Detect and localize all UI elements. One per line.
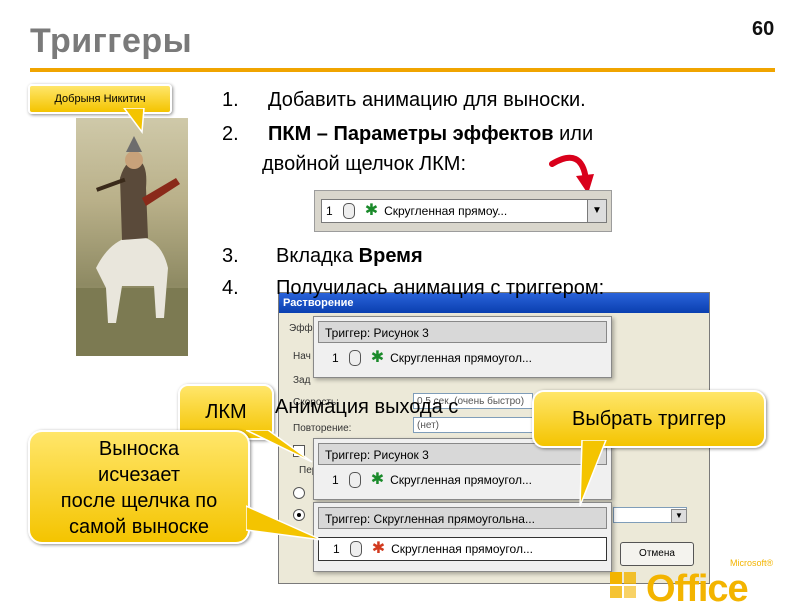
page-number: 60 bbox=[752, 18, 775, 40]
step-number: 1. bbox=[222, 89, 239, 111]
step-bold: ПКМ – Параметры эффектов bbox=[268, 123, 554, 145]
partial-caption: Анимация выхода с bbox=[275, 396, 459, 418]
entrance-star-icon: ✱ bbox=[364, 202, 379, 219]
animation-label: Скругленная прямоу... bbox=[384, 204, 508, 218]
entrance-star-icon: ✱ bbox=[370, 471, 385, 488]
repeat-select[interactable]: (нет) bbox=[413, 417, 533, 433]
trigger-select-arrow[interactable]: ▼ bbox=[671, 509, 687, 523]
step-text: ПКМ – Параметры эффектов или bbox=[268, 122, 593, 146]
trigger-animation-row[interactable]: 1 ✱ Скругленная прямоугол... bbox=[318, 537, 607, 561]
dialog-label-start: Нач bbox=[293, 351, 311, 362]
callout-line: исчезает bbox=[98, 464, 180, 486]
callout-lkm-pointer bbox=[246, 430, 313, 463]
callout-line: самой выноске bbox=[69, 516, 209, 538]
callout-line: после щелчка по bbox=[60, 490, 218, 512]
trigger-panel: Триггер: Рисунок 3 1 ✱ Скругленная прямо… bbox=[313, 316, 612, 378]
step-number: 4. bbox=[222, 277, 239, 299]
animation-label: Скругленная прямоугол... bbox=[391, 542, 533, 556]
effect-list-widget: 1 ✱ Скругленная прямоу... ▼ bbox=[314, 190, 612, 232]
knight-illustration bbox=[76, 136, 188, 356]
mouse-click-icon bbox=[348, 350, 361, 366]
animation-order: 1 bbox=[333, 542, 340, 556]
animation-label: Скругленная прямоугол... bbox=[390, 351, 532, 365]
step-number: 2. bbox=[222, 123, 239, 145]
step-plain: Вкладка bbox=[276, 245, 359, 267]
exit-star-icon: ✱ bbox=[371, 540, 386, 557]
dialog-label-delay: Зад bbox=[293, 375, 311, 386]
callout-pointer bbox=[123, 108, 145, 134]
step-2-line2: двойной щелчок ЛКМ: bbox=[262, 153, 467, 175]
step-bold: Время bbox=[358, 245, 423, 267]
trigger-header[interactable]: Триггер: Скругленная прямоугольна... bbox=[318, 507, 607, 529]
animation-order: 1 bbox=[332, 351, 339, 365]
animation-row[interactable]: 1 ✱ Скругленная прямоу... bbox=[321, 199, 589, 223]
step-text: Вкладка Время bbox=[276, 244, 423, 268]
cancel-button[interactable]: Отмена bbox=[620, 542, 694, 566]
step-text: Получилась анимация с триггером: bbox=[276, 277, 605, 299]
microsoft-mark: Microsoft® bbox=[730, 558, 774, 568]
step-text: Добавить анимацию для выноски. bbox=[268, 89, 586, 111]
trigger-panel: Триггер: Скругленная прямоугольна... 1 ✱… bbox=[313, 502, 612, 572]
animation-label: Скругленная прямоугол... bbox=[390, 473, 532, 487]
trigger-header[interactable]: Триггер: Рисунок 3 bbox=[318, 321, 607, 343]
mouse-click-icon bbox=[342, 203, 355, 219]
dropdown-arrow-button[interactable]: ▼ bbox=[587, 199, 607, 223]
callout-disappears-pointer bbox=[246, 505, 323, 541]
title-divider bbox=[30, 68, 775, 72]
office-logo-icon bbox=[610, 572, 636, 598]
callout-disappears[interactable]: Выноска исчезает после щелчка по самой в… bbox=[28, 430, 250, 544]
animation-order: 1 bbox=[332, 473, 339, 487]
step-rest: или bbox=[553, 123, 594, 145]
knight-picture[interactable] bbox=[76, 118, 188, 356]
trigger-animation-row[interactable]: 1 ✱ Скругленная прямоугол... bbox=[318, 469, 607, 491]
office-logo-text: Office bbox=[646, 568, 749, 610]
dialog-tab-effect[interactable]: Эфф bbox=[289, 323, 313, 334]
entrance-star-icon: ✱ bbox=[370, 349, 385, 366]
callout-choose-trigger[interactable]: Выбрать триггер bbox=[532, 390, 766, 448]
callout-choose-pointer bbox=[579, 440, 607, 507]
radio-animate-sequence[interactable] bbox=[293, 487, 305, 499]
callout-line: Выноска bbox=[98, 438, 180, 460]
slide-title: Триггеры bbox=[30, 22, 193, 60]
mouse-click-icon bbox=[348, 472, 361, 488]
trigger-animation-row[interactable]: 1 ✱ Скругленная прямоугол... bbox=[318, 347, 607, 369]
step-number: 3. bbox=[222, 245, 239, 267]
mouse-click-icon bbox=[349, 541, 362, 557]
animation-order: 1 bbox=[326, 204, 333, 218]
